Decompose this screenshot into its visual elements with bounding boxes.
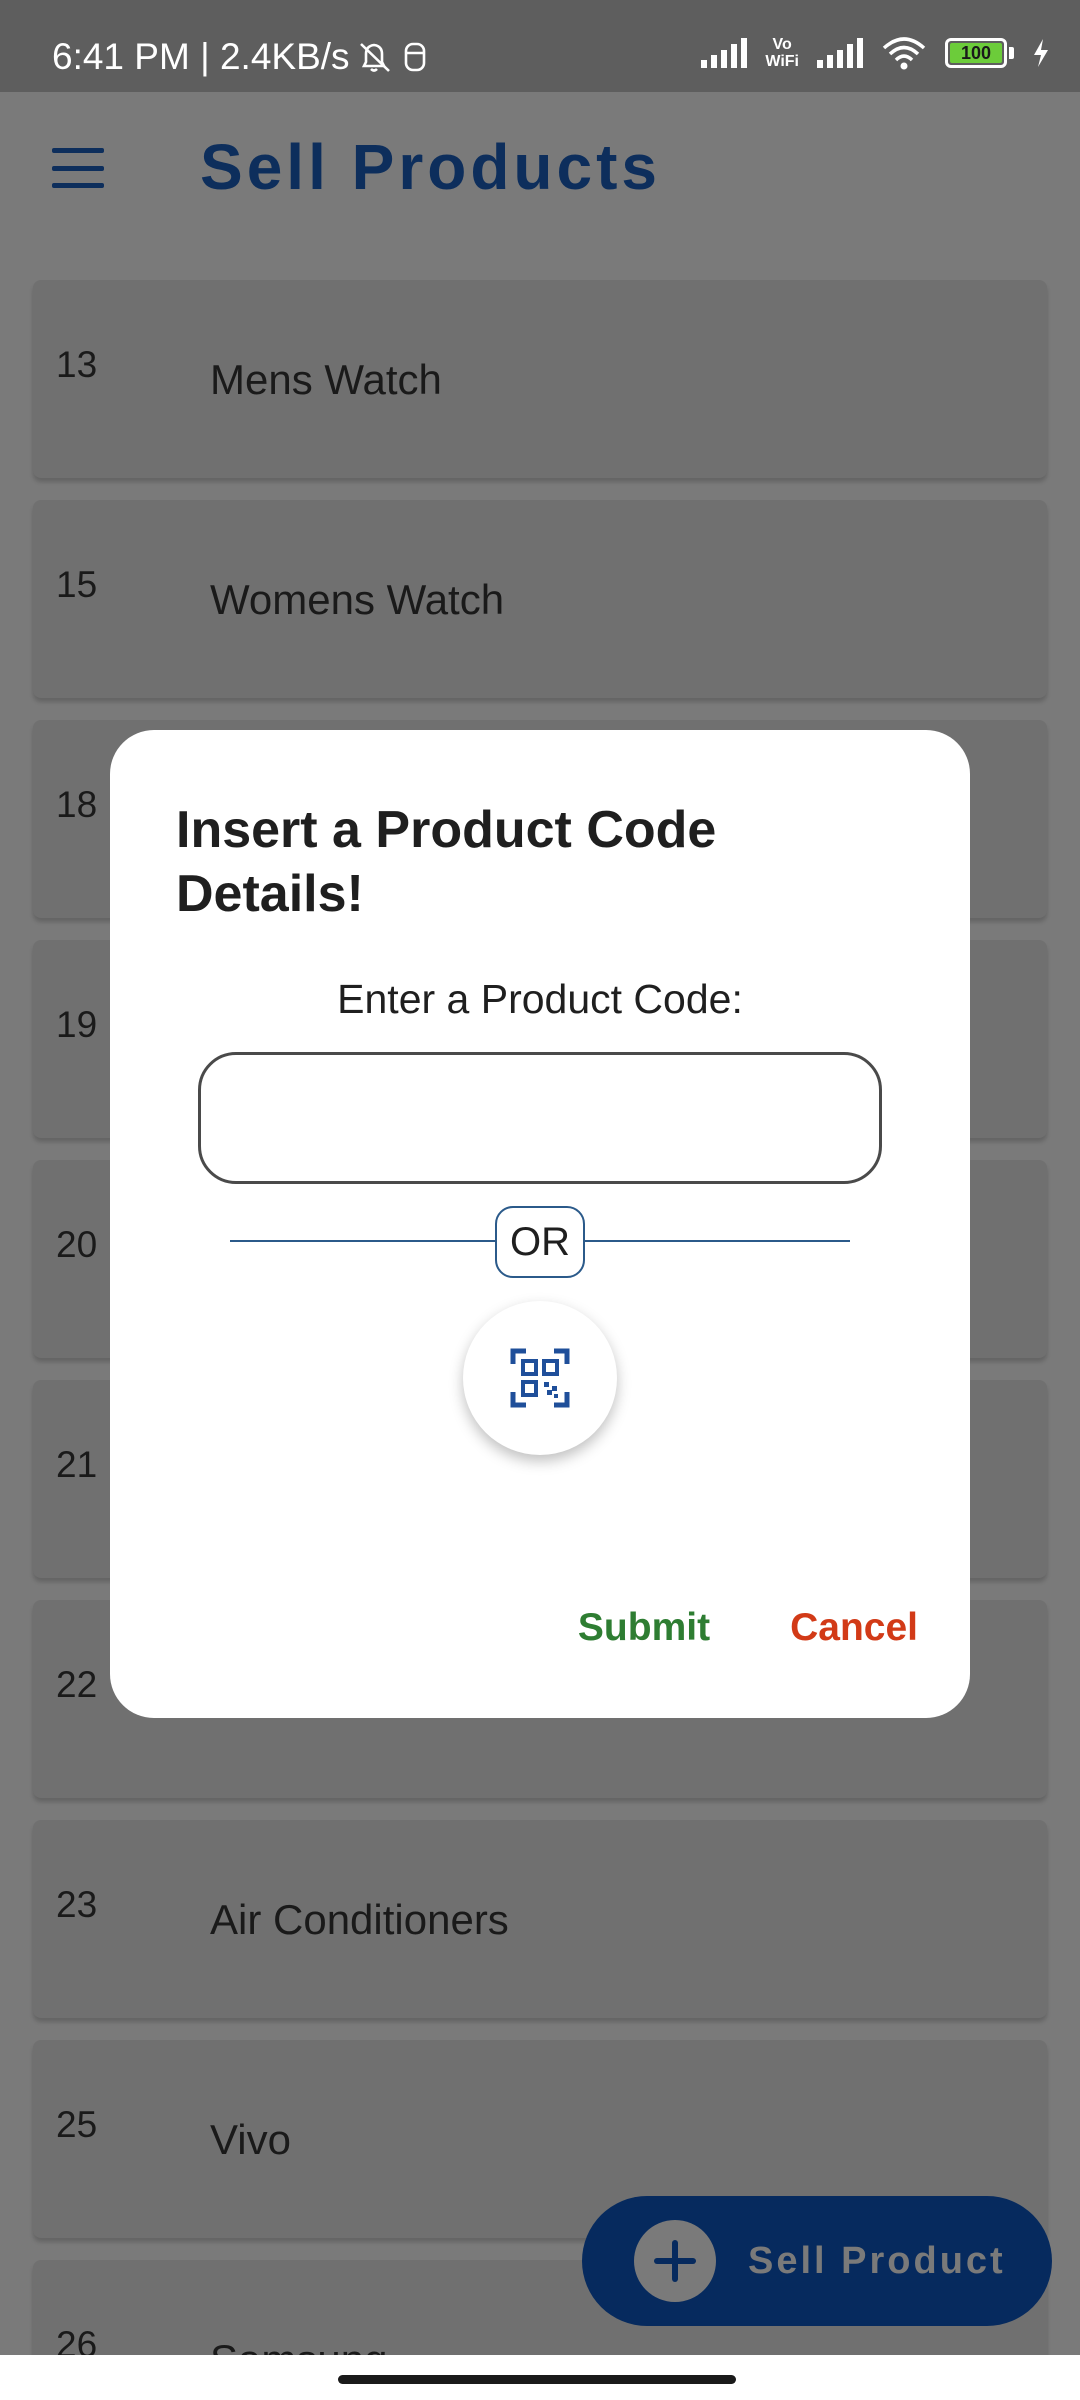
cancel-button[interactable]: Cancel [790,1606,918,1650]
list-item[interactable]: 23 Air Conditioners [33,1820,1047,2018]
list-item[interactable]: 13 Mens Watch [33,280,1047,478]
product-id: 21 [56,1444,98,1485]
dialog-actions: Submit Cancel [578,1606,918,1650]
product-code-input[interactable] [198,1052,882,1184]
list-item[interactable]: 15 Womens Watch [33,500,1047,698]
product-id: 19 [56,1004,98,1045]
status-right: Vo WiFi 100 [701,36,1050,70]
product-id: 23 [56,1884,98,1925]
plus-circle-icon [634,2220,716,2302]
home-indicator[interactable] [338,2375,736,2384]
submit-button[interactable]: Submit [578,1606,710,1650]
vowifi-icon: Vo WiFi [765,36,799,70]
qr-scan-icon [510,1348,570,1408]
product-name: Mens Watch [210,356,442,403]
gesture-nav-bar [0,2355,1080,2400]
product-id: 15 [56,564,98,605]
product-code-dialog: Insert a Product Code Details! Enter a P… [110,730,970,1718]
face-detection-icon [404,42,425,72]
status-left: 6:41 PM | 2.4KB/s [52,36,428,78]
product-id: 18 [56,784,98,825]
battery-icon: 100 [945,38,1014,68]
signal-strength-2-icon [817,38,863,68]
product-id: 13 [56,344,98,385]
qr-scan-button[interactable] [463,1301,617,1455]
charging-bolt-icon [1034,39,1048,67]
product-id: 25 [56,2104,98,2145]
product-name: Womens Watch [210,576,505,623]
product-name: Air Conditioners [210,1896,509,1943]
hamburger-menu-icon[interactable] [52,148,104,188]
status-time-speed: 6:41 PM | 2.4KB/s [52,36,350,77]
product-id: 20 [56,1224,98,1265]
product-name: Vivo [210,2116,291,2163]
muted-bell-icon [359,43,390,72]
sell-product-button[interactable]: Sell Product [582,2196,1052,2326]
or-label: OR [495,1206,585,1278]
product-code-label: Enter a Product Code: [337,976,743,1022]
app-bar: Sell Products [0,92,1080,244]
status-bar: 6:41 PM | 2.4KB/s Vo WiFi 100 [0,0,1080,92]
vowifi-top: Vo [772,36,792,53]
signal-strength-icon [701,38,748,68]
page-title: Sell Products [200,131,661,203]
dialog-title: Insert a Product Code Details! [176,801,717,923]
battery-level: 100 [950,43,1002,63]
vowifi-bottom: WiFi [765,53,799,70]
wifi-icon [882,37,926,70]
product-id: 22 [56,1664,98,1705]
sell-product-label: Sell Product [748,2239,1006,2282]
